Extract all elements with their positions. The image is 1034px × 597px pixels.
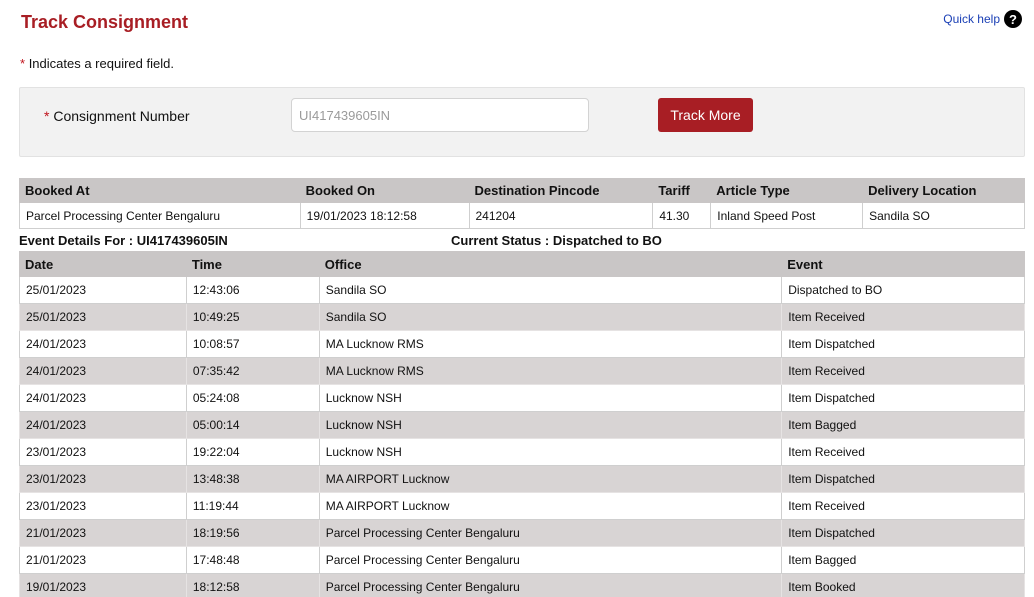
date-cell: 24/01/2023 <box>19 411 187 439</box>
col-time: Time <box>185 251 320 277</box>
date-cell: 24/01/2023 <box>19 384 187 412</box>
required-star: * <box>44 108 50 124</box>
time-cell: 18:12:58 <box>185 573 320 597</box>
required-note-text: Indicates a required field. <box>28 56 174 71</box>
event-cell: Item Dispatched <box>781 465 1025 493</box>
event-cell: Item Received <box>781 438 1025 466</box>
table-row: 23/01/2023 11:19:44 MA AIRPORT Lucknow Item… <box>19 492 1025 520</box>
col-booked-at: Booked At <box>19 178 301 203</box>
time-cell: 10:49:25 <box>185 303 320 331</box>
help-icon[interactable]: ? <box>1004 10 1022 28</box>
date-cell: 25/01/2023 <box>19 303 187 331</box>
table-row: 23/01/2023 19:22:04 Lucknow NSH Item Receiv… <box>19 438 1025 466</box>
booked-on-cell: 19/01/2023 18:12:58 <box>299 202 470 229</box>
date-cell: 19/01/2023 <box>19 573 187 597</box>
current-status-heading: Current Status : Dispatched to BO <box>451 233 662 248</box>
tracking-form: * Consignment Number Track More <box>19 87 1025 157</box>
date-cell: 21/01/2023 <box>19 546 187 574</box>
office-cell: MA AIRPORT Lucknow <box>318 465 783 493</box>
event-cell: Item Booked <box>781 573 1025 597</box>
date-cell: 24/01/2023 <box>19 330 187 358</box>
office-cell: Lucknow NSH <box>318 384 783 412</box>
events-header-row: Date Time Office Event <box>19 251 1025 277</box>
table-row: 21/01/2023 17:48:48 Parcel Processing Cent… <box>19 546 1025 574</box>
table-row: 25/01/2023 10:49:25 Sandila SO Item Receive… <box>19 303 1025 331</box>
col-event: Event <box>781 251 1025 277</box>
time-cell: 12:43:06 <box>185 276 320 304</box>
event-cell: Item Bagged <box>781 546 1025 574</box>
time-cell: 05:00:14 <box>185 411 320 439</box>
booked-at-cell: Parcel Processing Center Bengaluru <box>19 202 301 229</box>
col-article-type: Article Type <box>710 178 864 203</box>
time-cell: 19:22:04 <box>185 438 320 466</box>
col-date: Date <box>19 251 187 277</box>
office-cell: Lucknow NSH <box>318 411 783 439</box>
time-cell: 05:24:08 <box>185 384 320 412</box>
table-row: 24/01/2023 10:08:57 MA Lucknow RMS Item Dis… <box>19 330 1025 358</box>
col-delivery-location: Delivery Location <box>862 178 1025 203</box>
time-cell: 10:08:57 <box>185 330 320 358</box>
event-cell: Item Received <box>781 303 1025 331</box>
table-row: 25/01/2023 12:43:06 Sandila SO Dispatched t… <box>19 276 1025 304</box>
office-cell: MA Lucknow RMS <box>318 357 783 385</box>
table-row: 21/01/2023 18:19:56 Parcel Processing Cent… <box>19 519 1025 547</box>
track-more-button[interactable]: Track More <box>658 98 753 132</box>
article-type-cell: Inland Speed Post <box>710 202 864 229</box>
consignment-label: * Consignment Number <box>44 108 190 124</box>
date-cell: 21/01/2023 <box>19 519 187 547</box>
office-cell: Parcel Processing Center Bengaluru <box>318 546 783 574</box>
quick-help-link[interactable]: Quick help <box>943 12 1000 26</box>
office-cell: Sandila SO <box>318 276 783 304</box>
event-details-heading: Event Details For : UI417439605IN <box>19 233 228 248</box>
office-cell: Sandila SO <box>318 303 783 331</box>
office-cell: Parcel Processing Center Bengaluru <box>318 519 783 547</box>
time-cell: 13:48:38 <box>185 465 320 493</box>
delivery-location-cell: Sandila SO <box>862 202 1025 229</box>
time-cell: 11:19:44 <box>185 492 320 520</box>
table-row: 24/01/2023 05:24:08 Lucknow NSH Item Dispat… <box>19 384 1025 412</box>
event-cell: Item Dispatched <box>781 384 1025 412</box>
event-cell: Item Dispatched <box>781 519 1025 547</box>
booking-row: Parcel Processing Center Bengaluru 19/01… <box>19 202 1025 229</box>
date-cell: 24/01/2023 <box>19 357 187 385</box>
time-cell: 07:35:42 <box>185 357 320 385</box>
required-star: * <box>20 56 26 71</box>
date-cell: 23/01/2023 <box>19 492 187 520</box>
events-body: 25/01/2023 12:43:06 Sandila SO Dispatched t… <box>19 276 1025 597</box>
date-cell: 23/01/2023 <box>19 465 187 493</box>
required-note: * Indicates a required field. <box>20 56 174 71</box>
event-cell: Item Bagged <box>781 411 1025 439</box>
booking-header-row: Booked At Booked On Destination Pincode … <box>19 178 1025 203</box>
booking-details-table: Booked At Booked On Destination Pincode … <box>19 178 1025 229</box>
time-cell: 18:19:56 <box>185 519 320 547</box>
page-title: Track Consignment <box>21 12 189 32</box>
destination-pincode-cell: 241204 <box>468 202 654 229</box>
col-destination-pincode: Destination Pincode <box>468 178 654 203</box>
col-booked-on: Booked On <box>299 178 470 203</box>
event-history-table: Date Time Office Event 25/01/2023 12:43:0… <box>19 251 1025 597</box>
col-office: Office <box>318 251 783 277</box>
office-cell: MA AIRPORT Lucknow <box>318 492 783 520</box>
quick-help[interactable]: Quick help ? <box>943 10 1022 28</box>
time-cell: 17:48:48 <box>185 546 320 574</box>
table-row: 19/01/2023 18:12:58 Parcel Processing Cent… <box>19 573 1025 597</box>
event-cell: Dispatched to BO <box>781 276 1025 304</box>
consignment-number-input[interactable] <box>291 98 589 132</box>
office-cell: Parcel Processing Center Bengaluru <box>318 573 783 597</box>
col-tariff: Tariff <box>652 178 712 203</box>
table-row: 24/01/2023 07:35:42 MA Lucknow RMS Item Rec… <box>19 357 1025 385</box>
table-row: 23/01/2023 13:48:38 MA AIRPORT Lucknow Item… <box>19 465 1025 493</box>
office-cell: Lucknow NSH <box>318 438 783 466</box>
office-cell: MA Lucknow RMS <box>318 330 783 358</box>
date-cell: 23/01/2023 <box>19 438 187 466</box>
consignment-label-text: Consignment Number <box>53 108 190 124</box>
event-cell: Item Dispatched <box>781 330 1025 358</box>
event-cell: Item Received <box>781 357 1025 385</box>
date-cell: 25/01/2023 <box>19 276 187 304</box>
tariff-cell: 41.30 <box>652 202 712 229</box>
event-cell: Item Received <box>781 492 1025 520</box>
table-row: 24/01/2023 05:00:14 Lucknow NSH Item Bagged <box>19 411 1025 439</box>
